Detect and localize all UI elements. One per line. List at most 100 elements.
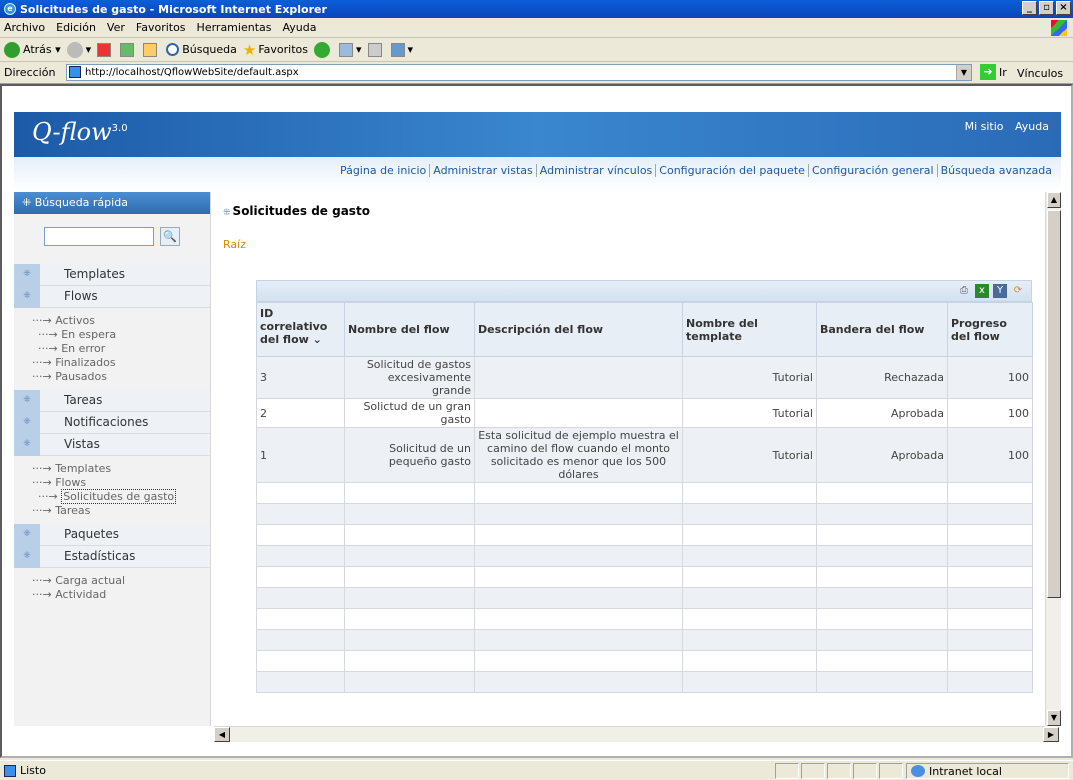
sidebar-actividad[interactable]: ···→ Actividad: [14, 588, 210, 602]
section-icon: ⁜: [14, 390, 40, 412]
sidebar-templates[interactable]: ⁜ Templates: [14, 264, 210, 286]
empty-row: [256, 566, 1033, 588]
table-row[interactable]: 2 Solictud de un gran gasto Tutorial Apr…: [256, 398, 1033, 428]
favorites-button[interactable]: ★ Favoritos: [243, 41, 308, 59]
nav-inicio[interactable]: Página de inicio: [337, 164, 429, 177]
nav-config-general[interactable]: Configuración general: [807, 164, 937, 177]
sidebar-carga-actual[interactable]: ···→ Carga actual: [14, 574, 210, 588]
scroll-up-icon[interactable]: ▲: [1047, 192, 1061, 208]
sidebar-vistas-flows[interactable]: ···→ Flows: [14, 476, 210, 490]
sidebar-notificaciones[interactable]: ⁜ Notificaciones: [14, 412, 210, 434]
menu-bar: Archivo Edición Ver Favoritos Herramient…: [0, 18, 1073, 38]
go-arrow-icon: ➜: [980, 64, 996, 80]
refresh-button[interactable]: [120, 42, 137, 57]
col-flag[interactable]: Bandera del flow: [816, 302, 948, 357]
menu-ayuda[interactable]: Ayuda: [282, 21, 316, 34]
breadcrumb-raiz[interactable]: Raíz: [223, 238, 246, 251]
sidebar-vistas[interactable]: ⁜ Vistas: [14, 434, 210, 456]
col-template[interactable]: Nombre del template: [682, 302, 817, 357]
scroll-thumb[interactable]: [1047, 210, 1061, 598]
quick-search-button[interactable]: 🔍: [160, 227, 180, 246]
menu-edicion[interactable]: Edición: [56, 21, 96, 34]
section-icon: ⁜: [14, 524, 40, 546]
minimize-button[interactable]: _: [1022, 1, 1037, 15]
edit-button[interactable]: ▾: [390, 42, 413, 57]
header-band: [14, 112, 1061, 157]
sidebar-finalizados[interactable]: ···→ Finalizados: [14, 356, 210, 370]
print-icon[interactable]: ⎙: [957, 284, 971, 298]
mi-sitio-link[interactable]: Mi sitio: [965, 120, 1004, 133]
scroll-right-icon[interactable]: ▶: [1043, 727, 1059, 742]
stop-button[interactable]: [97, 42, 114, 57]
sidebar-tareas[interactable]: ⁜ Tareas: [14, 390, 210, 412]
quick-search-header: ⁜ Búsqueda rápida: [14, 192, 210, 214]
window-titlebar: e Solicitudes de gasto - Microsoft Inter…: [0, 0, 1073, 18]
forward-button[interactable]: ▾: [66, 41, 91, 58]
scroll-left-icon[interactable]: ◀: [214, 727, 230, 742]
section-icon: ⁜: [14, 412, 40, 434]
mail-button[interactable]: ▾: [339, 42, 362, 57]
table-row[interactable]: 1 Solicitud de un pequeño gasto Esta sol…: [256, 427, 1033, 483]
nav-administrar-vinculos[interactable]: Administrar vínculos: [535, 164, 656, 177]
menu-favoritos[interactable]: Favoritos: [136, 21, 186, 34]
sidebar-activos[interactable]: ···→ Activos: [14, 314, 210, 328]
nav-config-paquete[interactable]: Configuración del paquete: [655, 164, 808, 177]
print-button[interactable]: [367, 42, 385, 57]
address-url: http://localhost/QflowWebSite/default.as…: [85, 67, 299, 78]
sidebar-en-espera[interactable]: ···→ En espera: [14, 328, 210, 342]
col-progress[interactable]: Progreso del flow: [947, 302, 1033, 357]
sidebar-vistas-tareas[interactable]: ···→ Tareas: [14, 504, 210, 518]
nav-administrar-vistas[interactable]: Administrar vistas: [429, 164, 536, 177]
sidebar-pausados[interactable]: ···→ Pausados: [14, 370, 210, 384]
status-text: Listo: [20, 764, 46, 777]
close-button[interactable]: ×: [1056, 1, 1071, 15]
refresh-icon[interactable]: ⟳: [1011, 284, 1025, 298]
empty-row: [256, 524, 1033, 546]
address-dropdown-icon[interactable]: ▼: [956, 65, 971, 80]
nav-links: Página de inicio Administrar vistas Admi…: [337, 164, 1055, 177]
sidebar: ⁜ Búsqueda rápida 🔍 ⁜ Templates ⁜ Flows ··…: [14, 192, 211, 726]
horizontal-scrollbar[interactable]: ◀ ▶: [214, 726, 1059, 742]
section-icon: ⁜: [14, 286, 40, 308]
ie-icon: e: [4, 3, 16, 15]
nav-busqueda-avanzada[interactable]: Búsqueda avanzada: [936, 164, 1055, 177]
edit-icon: [390, 42, 405, 57]
back-button[interactable]: Atrás ▾: [4, 41, 61, 58]
history-button[interactable]: [314, 41, 333, 58]
menu-herramientas[interactable]: Herramientas: [197, 21, 272, 34]
quick-search-box: 🔍: [14, 214, 210, 264]
go-button[interactable]: ➜ Ir: [980, 64, 1007, 80]
table-row[interactable]: 3 Solicitud de gastos excesivamente gran…: [256, 356, 1033, 399]
sidebar-estadisticas[interactable]: ⁜ Estadísticas: [14, 546, 210, 568]
sidebar-solicitudes-de-gasto[interactable]: ···→ Solicitudes de gasto: [14, 489, 210, 504]
col-name[interactable]: Nombre del flow: [344, 302, 475, 357]
search-button[interactable]: Búsqueda: [166, 43, 237, 56]
sidebar-flows[interactable]: ⁜ Flows: [14, 286, 210, 308]
address-input[interactable]: http://localhost/QflowWebSite/default.as…: [66, 64, 972, 81]
quick-search-input[interactable]: [44, 227, 154, 246]
sidebar-en-error[interactable]: ···→ En error: [14, 342, 210, 356]
maximize-button[interactable]: ▫: [1039, 1, 1054, 15]
empty-row: [256, 629, 1033, 651]
window-title: Solicitudes de gasto - Microsoft Interne…: [20, 2, 327, 16]
col-id[interactable]: ID correlativo del flow ⌄: [256, 302, 345, 357]
star-icon: ★: [242, 40, 257, 59]
excel-export-icon[interactable]: x: [975, 284, 989, 298]
page-viewport: Q-flow3.0 Mi sitio Ayuda Página de inici…: [0, 84, 1073, 758]
home-button[interactable]: [143, 42, 160, 57]
menu-archivo[interactable]: Archivo: [4, 21, 45, 34]
globe-icon: [911, 765, 925, 777]
ayuda-link[interactable]: Ayuda: [1015, 120, 1049, 133]
sidebar-vistas-templates[interactable]: ···→ Templates: [14, 462, 210, 476]
estadisticas-submenu: ···→ Carga actual ···→ Actividad: [14, 568, 210, 608]
menu-ver[interactable]: Ver: [107, 21, 125, 34]
filter-icon[interactable]: Y: [993, 284, 1007, 298]
empty-row: [256, 503, 1033, 525]
scroll-down-icon[interactable]: ▼: [1047, 710, 1061, 726]
vertical-scrollbar[interactable]: ▲ ▼: [1045, 192, 1061, 726]
table-header-row: ID correlativo del flow ⌄ Nombre del flo…: [256, 302, 1033, 357]
vistas-submenu: ···→ Templates ···→ Flows ···→ Solicitud…: [14, 456, 210, 524]
col-desc[interactable]: Descripción del flow: [474, 302, 683, 357]
status-bar: Listo Intranet local: [0, 760, 1073, 780]
sidebar-paquetes[interactable]: ⁜ Paquetes: [14, 524, 210, 546]
